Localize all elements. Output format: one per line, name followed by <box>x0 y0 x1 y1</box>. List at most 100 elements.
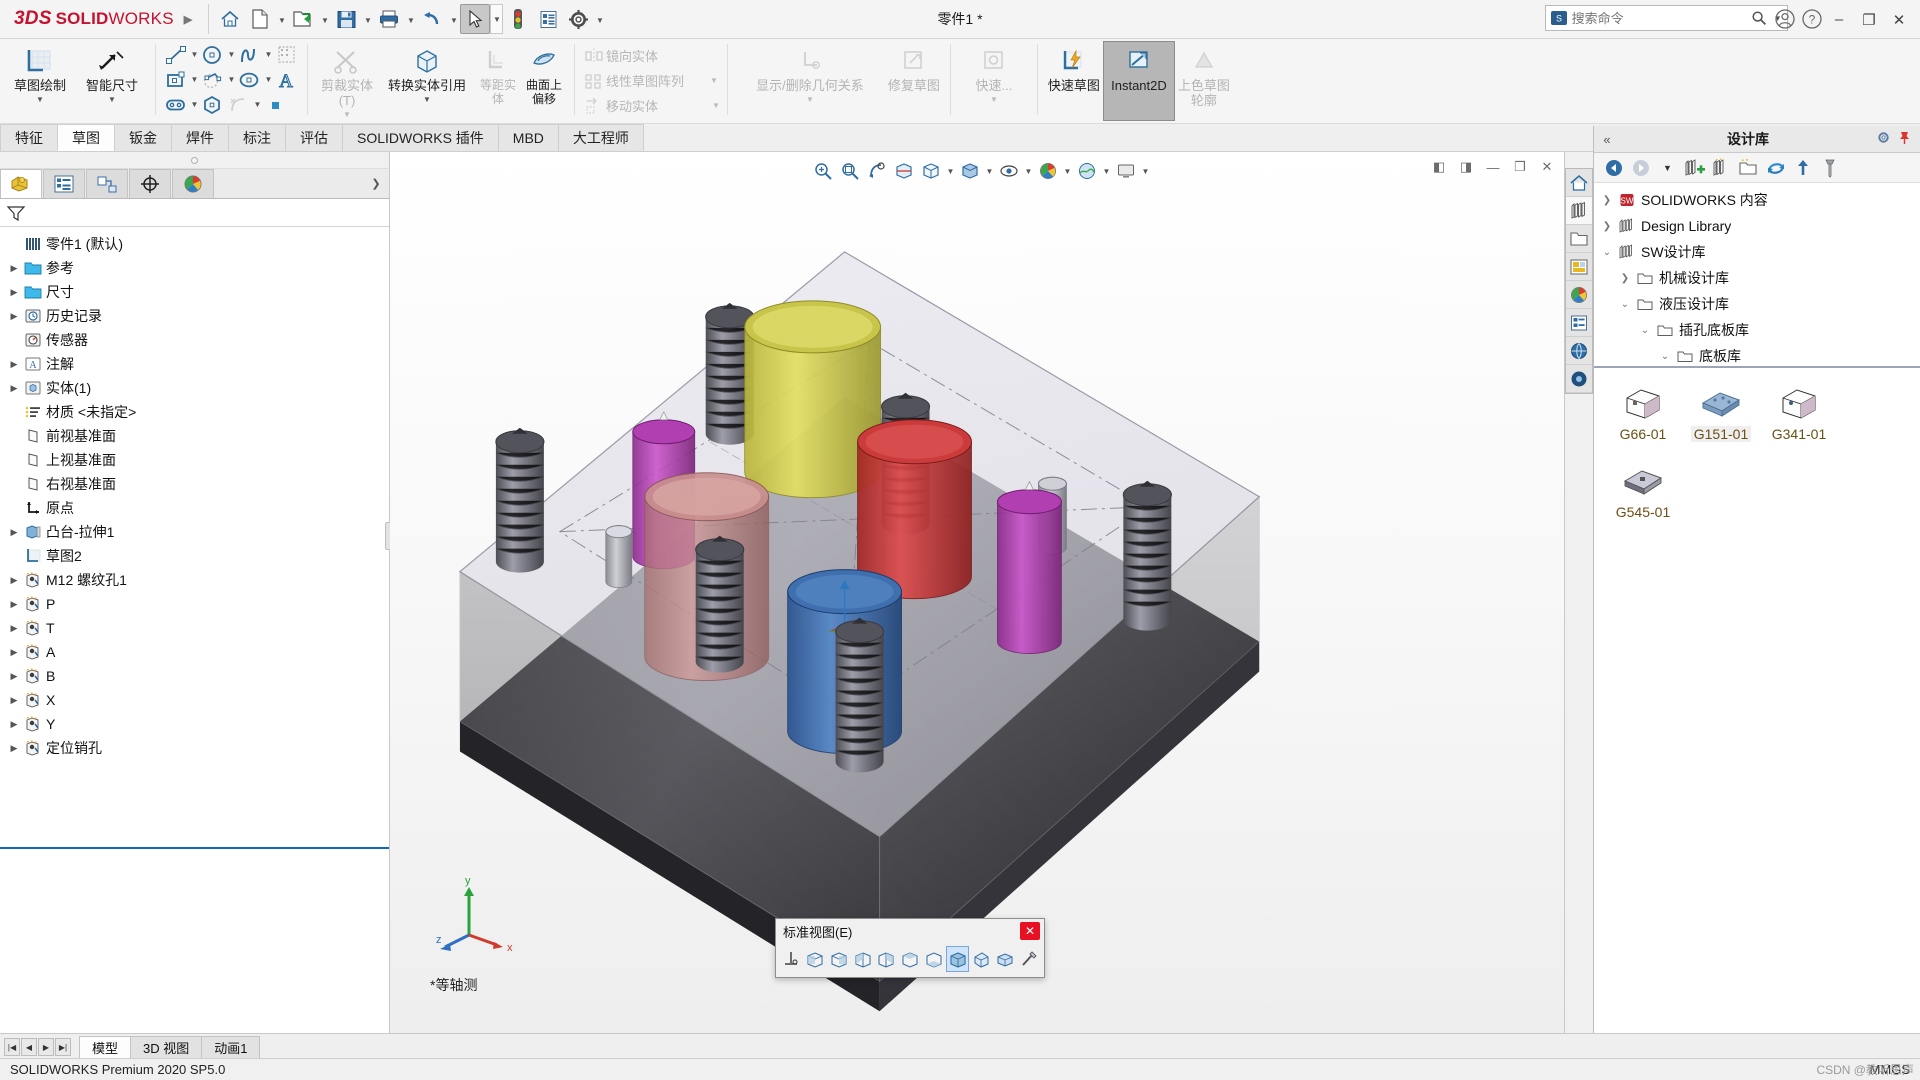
offset-entities-button[interactable]: 等距实体 <box>475 41 521 121</box>
pin-icon[interactable] <box>1897 130 1912 148</box>
library-item-solidworks-content[interactable]: ❯ SW SOLIDWORKS 内容 <box>1594 187 1920 213</box>
arc-tool-dropdown[interactable]: ▼ <box>252 93 263 117</box>
tree-toggle[interactable]: ❯ <box>1616 273 1634 284</box>
quick-snaps-button[interactable]: 快速... ▼ <box>958 41 1030 121</box>
dimetric-view-button[interactable] <box>994 946 1017 972</box>
library-item-sw-design-library[interactable]: ⌄ SW设计库 <box>1594 239 1920 265</box>
new-document-button[interactable] <box>245 4 275 34</box>
view-selector-button[interactable] <box>1017 946 1040 972</box>
tab-mbd[interactable]: MBD <box>497 124 559 151</box>
home-button[interactable] <box>215 4 245 34</box>
polygon-offset-dropdown[interactable]: ▼ <box>226 68 237 92</box>
sketch-button-dropdown[interactable]: ▼ <box>36 95 44 104</box>
arc-tool[interactable] <box>226 93 252 117</box>
shaded-sketch-contours-button[interactable]: 上色草图轮廓 <box>1175 41 1233 121</box>
tree-item-dowel-hole[interactable]: ▶ 定位销孔 <box>0 736 389 760</box>
search-input[interactable] <box>1568 9 1750 27</box>
tab-dagongchengshi[interactable]: 大工程师 <box>557 124 644 151</box>
library-item-cavity-baseplate[interactable]: ⌄ 插孔底板库 <box>1594 317 1920 343</box>
gear-icon[interactable] <box>1876 130 1891 148</box>
tree-item-sensors[interactable]: 传感器 <box>0 328 389 352</box>
tree-item-t[interactable]: ▶ T <box>0 616 389 640</box>
library-part-g66-01[interactable]: G66-01 <box>1604 382 1682 442</box>
tree-item-sketch2[interactable]: 草图2 <box>0 544 389 568</box>
polygon-offset-tool[interactable] <box>200 68 226 92</box>
chevron-double-left-icon[interactable]: « <box>1594 132 1620 147</box>
tree-toggle[interactable]: ▶ <box>6 623 22 634</box>
tree-toggle[interactable]: ▶ <box>6 311 22 322</box>
undo-dropdown[interactable]: ▼ <box>447 4 460 34</box>
move-entities-item[interactable]: 移动实体 ▼ <box>582 93 720 118</box>
offset-on-surface-button[interactable]: 曲面上偏移 <box>521 41 567 121</box>
smart-dimension-button[interactable]: 智能尺寸 ▼ <box>76 41 148 121</box>
tree-item-right-plane[interactable]: 右视基准面 <box>0 472 389 496</box>
polygon-tool[interactable] <box>200 93 226 117</box>
minimize-button[interactable]: – <box>1824 4 1854 36</box>
add-to-library-button[interactable] <box>1683 156 1706 179</box>
panel-handle[interactable] <box>0 152 389 169</box>
rectangle-tool[interactable] <box>163 68 189 92</box>
tree-item-m12-tapped-hole1[interactable]: ▶ M12 螺纹孔1 <box>0 568 389 592</box>
bottom-tab-model[interactable]: 模型 <box>79 1036 132 1058</box>
command-search[interactable]: S ▼ <box>1545 5 1788 31</box>
tree-toggle[interactable]: ▶ <box>6 671 22 682</box>
create-new-folder-button[interactable] <box>1737 156 1760 179</box>
tree-toggle[interactable]: ▶ <box>6 743 22 754</box>
text-tool[interactable]: A <box>274 68 300 92</box>
bottom-tab-animation1[interactable]: 动画1 <box>201 1036 261 1058</box>
line-tool[interactable] <box>163 43 189 67</box>
tree-item-y[interactable]: ▶ Y <box>0 712 389 736</box>
dimxpert-manager-tab[interactable] <box>129 169 171 198</box>
convert-entities-dropdown[interactable]: ▼ <box>423 95 431 104</box>
spline-tool[interactable] <box>237 43 263 67</box>
point-tool[interactable] <box>263 93 289 117</box>
model-3d-view[interactable] <box>390 152 1564 1031</box>
library-item-design-library[interactable]: ❯ Design Library <box>1594 213 1920 239</box>
print-button[interactable] <box>374 4 404 34</box>
search-icon[interactable] <box>1750 8 1769 28</box>
rail-custom-properties-icon[interactable] <box>1566 309 1592 337</box>
tree-item-references[interactable]: ▶ 参考 <box>0 256 389 280</box>
feature-tree-filter[interactable] <box>0 199 389 227</box>
rectangle-tool-dropdown[interactable]: ▼ <box>189 68 200 92</box>
feature-manager-tab[interactable] <box>0 169 42 198</box>
tree-toggle[interactable]: ⌄ <box>1598 247 1616 258</box>
select-dropdown[interactable]: ▼ <box>490 4 504 34</box>
display-delete-relations-button[interactable]: 显示/删除几何关系 ▼ <box>735 41 885 121</box>
tree-item-boss-extrude1[interactable]: ▶ 凸台-拉伸1 <box>0 520 389 544</box>
tree-toggle[interactable]: ▶ <box>6 527 22 538</box>
tree-toggle[interactable]: ▶ <box>6 599 22 610</box>
back-view-button[interactable] <box>827 946 850 972</box>
rail-solidworks-forum-icon[interactable] <box>1566 337 1592 365</box>
tree-item-material[interactable]: 材质 <未指定> <box>0 400 389 424</box>
property-manager-tab[interactable] <box>43 169 85 198</box>
options-dropdown[interactable]: ▼ <box>593 4 606 34</box>
linear-sketch-pattern-dropdown[interactable]: ▼ <box>710 76 718 85</box>
tree-item-top-plane[interactable]: 上视基准面 <box>0 448 389 472</box>
tree-toggle[interactable]: ▶ <box>6 383 22 394</box>
tree-item-front-plane[interactable]: 前视基准面 <box>0 424 389 448</box>
sketch-button[interactable]: 草图绘制 ▼ <box>4 41 76 121</box>
ellipse-tool-dropdown[interactable]: ▼ <box>263 68 274 92</box>
tree-toggle[interactable]: ▶ <box>6 263 22 274</box>
maximize-button[interactable]: ❐ <box>1854 4 1884 36</box>
rail-3dexperience-icon[interactable] <box>1566 365 1592 393</box>
tree-toggle[interactable]: ⌄ <box>1636 325 1654 336</box>
close-button[interactable]: ✕ <box>1884 4 1914 36</box>
rail-appearances-icon[interactable] <box>1566 281 1592 309</box>
circle-tool[interactable] <box>200 43 226 67</box>
tree-item-solid-bodies[interactable]: ▶ 实体(1) <box>0 376 389 400</box>
line-tool-dropdown[interactable]: ▼ <box>189 43 200 67</box>
tree-toggle[interactable]: ❯ <box>1598 195 1616 206</box>
print-dropdown[interactable]: ▼ <box>404 4 417 34</box>
refresh-button[interactable] <box>1764 156 1787 179</box>
trimetric-view-button[interactable] <box>970 946 993 972</box>
library-part-g341-01[interactable]: G341-01 <box>1760 382 1838 442</box>
move-entities-dropdown[interactable]: ▼ <box>712 101 720 110</box>
back-button[interactable] <box>1602 156 1625 179</box>
options-button[interactable] <box>563 4 593 34</box>
help-button[interactable]: ? <box>1800 7 1824 31</box>
circle-tool-dropdown[interactable]: ▼ <box>226 43 237 67</box>
undo-button[interactable] <box>417 4 447 34</box>
tree-toggle[interactable]: ▶ <box>6 647 22 658</box>
